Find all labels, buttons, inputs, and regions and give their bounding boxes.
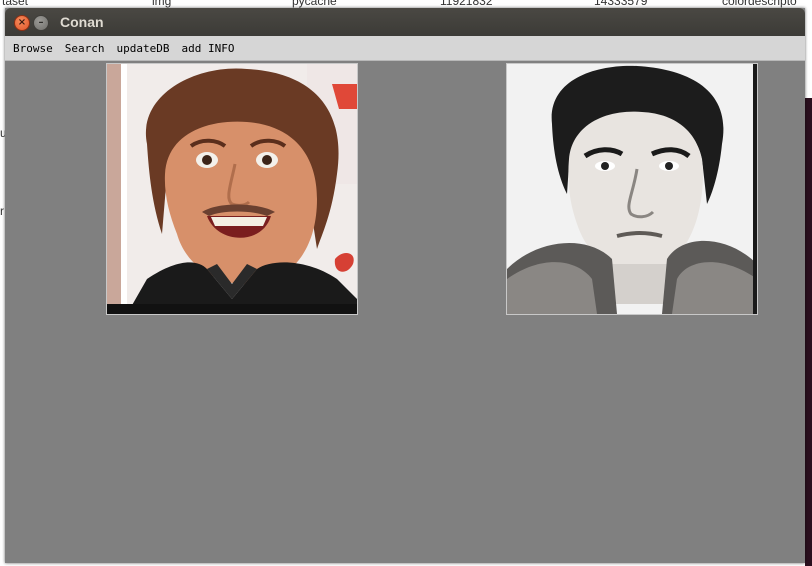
title-bar[interactable]: × – Conan xyxy=(5,8,805,36)
background-window-edge xyxy=(805,10,812,98)
menu-add-info[interactable]: add INFO xyxy=(175,42,240,55)
minimize-icon: – xyxy=(38,17,44,28)
portrait-photo-icon xyxy=(107,64,357,314)
background-file-name: taset xyxy=(2,0,29,8)
background-terminal-edge xyxy=(805,98,812,566)
menu-browse[interactable]: Browse xyxy=(7,42,59,55)
query-image xyxy=(106,63,358,315)
background-file-name: 14333579 xyxy=(594,0,648,8)
window-title: Conan xyxy=(60,14,104,30)
menu-update-db[interactable]: updateDB xyxy=(111,42,176,55)
background-file-name: pycache xyxy=(292,0,337,8)
menu-bar: Browse Search updateDB add INFO xyxy=(5,36,805,61)
close-icon: × xyxy=(17,17,27,28)
portrait-photo-icon xyxy=(507,64,757,314)
result-image xyxy=(506,63,758,315)
menu-search[interactable]: Search xyxy=(59,42,111,55)
background-file-name: colordescripto xyxy=(722,0,797,8)
background-file-name: 11921832 xyxy=(440,0,493,8)
app-window: × – Conan Browse Search updateDB add INF… xyxy=(5,8,805,563)
close-button[interactable]: × xyxy=(14,15,30,31)
minimize-button[interactable]: – xyxy=(33,15,49,31)
background-file-name: img xyxy=(152,0,172,8)
